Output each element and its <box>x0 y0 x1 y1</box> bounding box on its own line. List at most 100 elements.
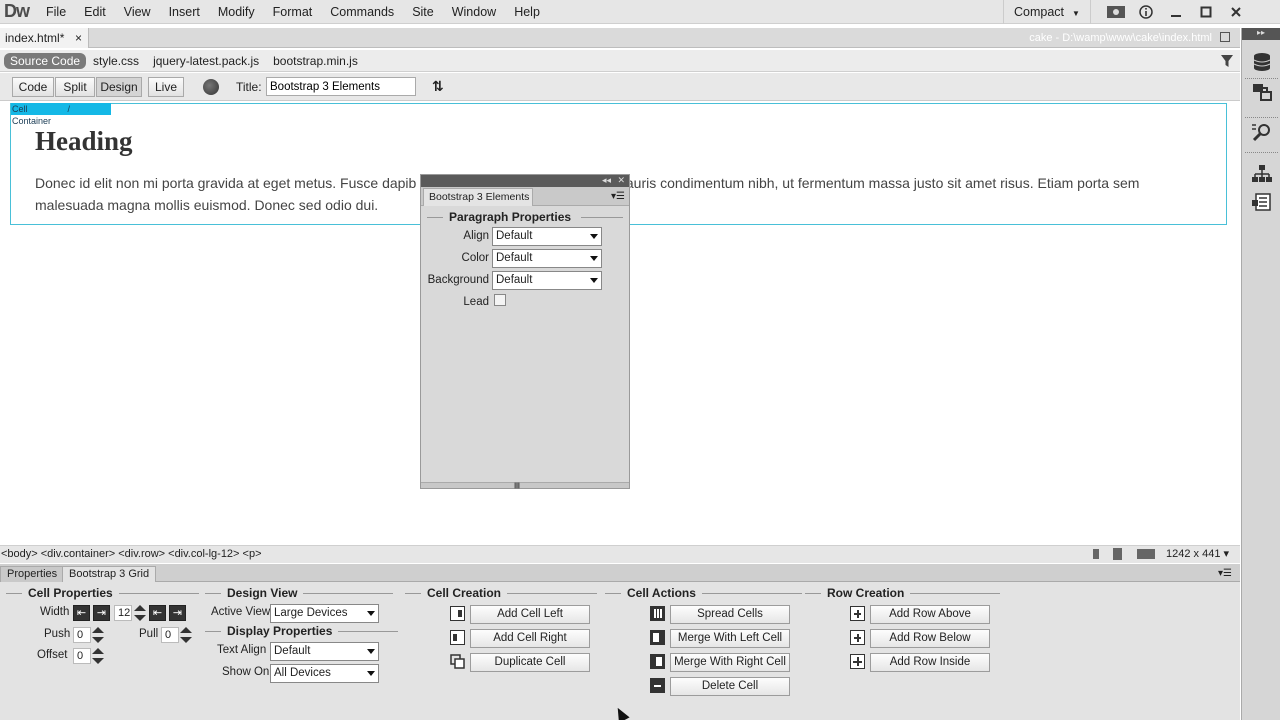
menu-view[interactable]: View <box>115 0 160 24</box>
bindings-icon[interactable] <box>1251 82 1273 102</box>
globe-preview-icon[interactable] <box>203 79 219 95</box>
offset-stepper-icon[interactable] <box>91 648 105 664</box>
design-view-button[interactable]: Design <box>96 77 142 97</box>
align-select[interactable]: Default <box>492 227 602 246</box>
width-increase-right-icon[interactable]: ⇥ <box>93 605 110 621</box>
page-title-input[interactable] <box>266 77 416 96</box>
width-shrink-right-icon[interactable]: ⇥ <box>169 605 186 621</box>
width-input[interactable]: 12 <box>114 605 132 621</box>
panel-tab-bootstrap-elements[interactable]: Bootstrap 3 Elements <box>423 188 533 206</box>
add-cell-left-button[interactable]: Add Cell Left <box>470 605 590 624</box>
workspace-switcher[interactable]: Compact ▼ <box>1003 0 1091 24</box>
menu-file[interactable]: File <box>37 0 75 24</box>
split-view-button[interactable]: Split <box>55 77 95 97</box>
duplicate-cell-button[interactable]: Duplicate Cell <box>470 653 590 672</box>
related-file-jquery[interactable]: jquery-latest.pack.js <box>146 54 266 68</box>
code-view-button[interactable]: Code <box>12 77 54 97</box>
filter-icon[interactable] <box>1220 54 1234 68</box>
dreamweaver-logo: Dw <box>4 1 30 21</box>
properties-panel-icon[interactable] <box>1251 192 1273 212</box>
pull-stepper-icon[interactable] <box>179 627 193 643</box>
row-creation-title: Row Creation <box>827 586 905 600</box>
databases-icon[interactable] <box>1251 52 1273 72</box>
show-on-label: Show On <box>222 666 270 678</box>
tab-bootstrap-3-grid[interactable]: Bootstrap 3 Grid <box>62 566 157 582</box>
push-input[interactable]: 0 <box>73 627 91 643</box>
width-stepper-icon[interactable] <box>133 605 147 621</box>
delete-cell-button[interactable]: Delete Cell <box>670 677 790 696</box>
menu-edit[interactable]: Edit <box>75 0 115 24</box>
cell-container-label[interactable]: Cell / Container <box>11 103 111 126</box>
cell-properties-title: Cell Properties <box>28 586 113 600</box>
color-select[interactable]: Default <box>492 249 602 268</box>
width-shrink-left-icon[interactable]: ⇤ <box>149 605 166 621</box>
merge-with-left-cell-button[interactable]: Merge With Left Cell <box>670 629 790 648</box>
expand-panels-icon[interactable]: ▸▸ <box>1242 28 1280 40</box>
spread-cells-button[interactable]: Spread Cells <box>670 605 790 624</box>
section-divider <box>805 592 821 594</box>
bottom-panel-menu-icon[interactable]: ▾☰ <box>1218 568 1232 579</box>
menu-window[interactable]: Window <box>443 0 505 24</box>
bootstrap-elements-panel[interactable]: ◂◂ ✕ Bootstrap 3 Elements ▾☰ Paragraph P… <box>420 174 630 489</box>
menu-commands[interactable]: Commands <box>321 0 403 24</box>
menu-insert[interactable]: Insert <box>160 0 209 24</box>
pull-label: Pull <box>139 628 159 640</box>
tag-selector[interactable]: <body> <div.container> <div.row> <div.co… <box>1 546 262 562</box>
lead-checkbox[interactable] <box>494 294 506 306</box>
menu-help[interactable]: Help <box>505 0 549 24</box>
section-divider <box>303 592 394 594</box>
close-panel-icon[interactable]: ✕ <box>617 175 625 186</box>
restore-document-icon[interactable] <box>1220 32 1230 42</box>
add-row-inside-button[interactable]: Add Row Inside <box>870 653 990 672</box>
cell-creation-header: Cell Creation <box>405 586 598 600</box>
file-management-icon[interactable]: ⇅ <box>432 78 444 95</box>
sync-settings-icon[interactable] <box>1106 3 1126 21</box>
menu-modify[interactable]: Modify <box>209 0 264 24</box>
related-file-source-code[interactable]: Source Code <box>4 52 87 69</box>
mobile-size-icon[interactable] <box>1093 549 1099 559</box>
info-icon[interactable] <box>1136 3 1156 21</box>
add-row-above-button[interactable]: Add Row Above <box>870 605 990 624</box>
push-label: Push <box>44 628 71 640</box>
collapse-panel-icon[interactable]: ◂◂ <box>602 175 611 186</box>
panel-resize-grip[interactable]: ||||||||| <box>421 482 629 489</box>
close-tab-icon[interactable]: × <box>75 28 82 48</box>
width-decrease-left-icon[interactable]: ⇤ <box>73 605 90 621</box>
server-behaviors-icon[interactable] <box>1251 122 1273 142</box>
cell-creation-title: Cell Creation <box>427 586 502 600</box>
dropdown-arrow-icon <box>590 234 598 239</box>
active-view-select[interactable]: Large Devices <box>270 604 379 623</box>
document-toolbar: Code Split Design Live Title: ⇅ <box>0 73 1240 101</box>
menu-format[interactable]: Format <box>264 0 322 24</box>
document-tab-bar: index.html* × cake - D:\wamp\www\cake\in… <box>0 28 1240 48</box>
minimize-icon[interactable] <box>1166 3 1186 21</box>
text-align-label: Text Align <box>217 644 267 656</box>
offset-input[interactable]: 0 <box>73 648 91 664</box>
tab-properties[interactable]: Properties <box>0 566 65 582</box>
background-label: Background <box>427 274 489 286</box>
panel-menu-icon[interactable]: ▾☰ <box>611 191 625 202</box>
document-tab-index[interactable]: index.html* × <box>0 28 89 48</box>
merge-with-right-cell-button[interactable]: Merge With Right Cell <box>670 653 790 672</box>
page-heading[interactable]: Heading <box>35 126 133 157</box>
menu-site[interactable]: Site <box>403 0 443 24</box>
width-label: Width <box>40 606 70 618</box>
tablet-size-icon[interactable] <box>1113 548 1122 560</box>
related-file-style-css[interactable]: style.css <box>86 54 146 68</box>
add-row-below-button[interactable]: Add Row Below <box>870 629 990 648</box>
panel-title-bar[interactable]: ◂◂ ✕ <box>421 175 629 187</box>
close-window-icon[interactable] <box>1226 3 1246 21</box>
live-view-button[interactable]: Live <box>148 77 184 97</box>
background-select[interactable]: Default <box>492 271 602 290</box>
push-stepper-icon[interactable] <box>91 627 105 643</box>
pull-input[interactable]: 0 <box>161 627 179 643</box>
desktop-size-icon[interactable] <box>1137 549 1155 559</box>
related-file-bootstrap-js[interactable]: bootstrap.min.js <box>266 54 365 68</box>
text-align-select[interactable]: Default <box>270 642 379 661</box>
window-size-indicator[interactable]: 1242 x 441 ▾ <box>1166 546 1229 562</box>
components-icon[interactable] <box>1251 164 1273 184</box>
maximize-icon[interactable] <box>1196 3 1216 21</box>
show-on-select[interactable]: All Devices <box>270 664 379 683</box>
add-cell-right-button[interactable]: Add Cell Right <box>470 629 590 648</box>
align-label: Align <box>463 230 489 242</box>
